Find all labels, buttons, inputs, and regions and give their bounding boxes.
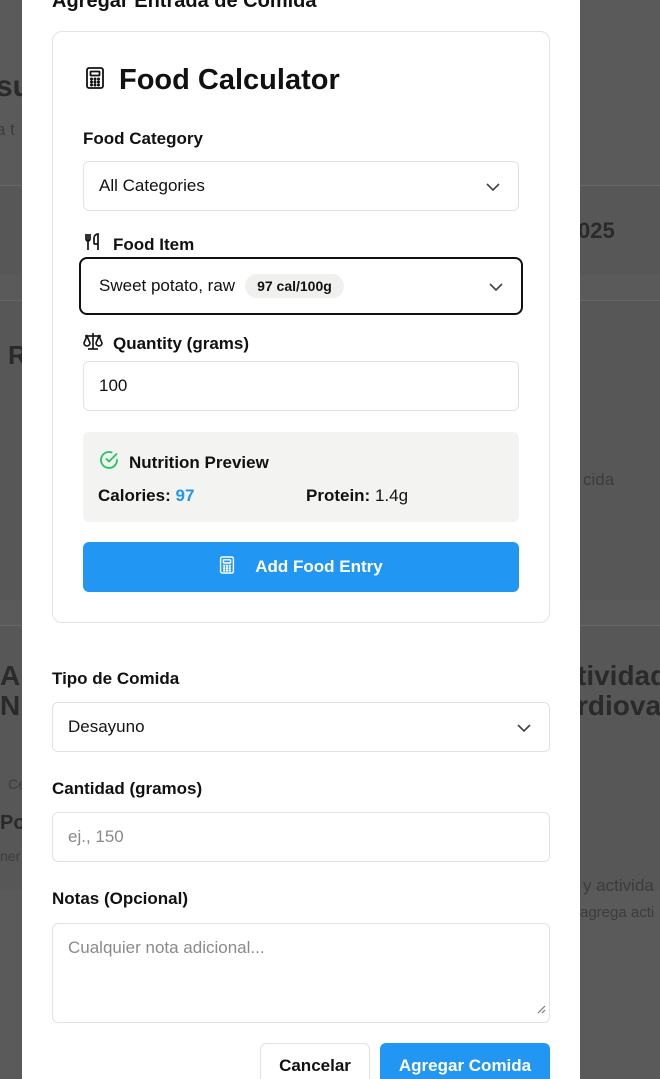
notes-placeholder: Cualquier nota adicional... <box>68 938 265 957</box>
calculator-icon <box>219 555 235 580</box>
notes-label: Notas (Opcional) <box>52 889 189 908</box>
calories-label: Calories: <box>98 486 171 505</box>
bg-text-fragment: a t <box>0 120 15 139</box>
utensils-icon <box>83 232 103 257</box>
protein-value: 1.4g <box>374 486 409 505</box>
food-category-label: Food Category <box>83 129 203 149</box>
food-item-label-text: Food Item <box>113 234 195 254</box>
food-category-label-text: Food Category <box>83 129 203 148</box>
calculator-icon <box>85 66 105 95</box>
nutrition-preview-title: Nutrition Preview <box>99 450 269 475</box>
add-meal-button[interactable]: Agregar Comida <box>380 1043 550 1079</box>
protein-row: Protein: 1.4g <box>306 486 408 506</box>
scale-icon <box>83 332 103 355</box>
quantity-input[interactable]: 100 <box>83 361 519 411</box>
check-circle-icon <box>99 450 119 475</box>
bg-text-fragment: y activida <box>583 876 654 895</box>
food-category-value: All Categories <box>99 176 205 195</box>
meal-type-value: Desayuno <box>68 717 145 736</box>
amount-input[interactable]: ej., 150 <box>52 812 550 862</box>
quantity-label: Quantity (grams) <box>83 332 249 355</box>
bg-heading-fragment: rdiovas <box>577 690 660 721</box>
bg-heading-fragment: tividad <box>577 660 660 691</box>
food-item-label: Food Item <box>83 232 194 257</box>
amount-placeholder: ej., 150 <box>68 827 124 846</box>
quantity-label-text: Quantity (grams) <box>113 333 250 353</box>
calorie-badge: 97 cal/100g <box>245 274 344 298</box>
calculator-header: Food Calculator <box>85 64 340 97</box>
bg-text-fragment: cida <box>583 470 615 489</box>
cancel-button[interactable]: Cancelar <box>260 1043 370 1079</box>
resize-handle-icon[interactable] <box>536 999 546 1019</box>
bg-card <box>580 300 660 600</box>
chevron-down-icon <box>489 276 503 296</box>
calories-value: 97 <box>175 486 195 505</box>
chevron-down-icon <box>517 717 531 737</box>
protein-label: Protein: <box>306 486 371 505</box>
amount-label: Cantidad (gramos) <box>52 779 203 798</box>
chevron-down-icon <box>486 176 500 196</box>
add-food-entry-label: Add Food Entry <box>255 557 383 576</box>
add-food-entry-button[interactable]: Add Food Entry <box>83 542 519 592</box>
bg-heading-fragment: N <box>0 690 21 721</box>
bg-text-fragment: ner <box>0 848 21 864</box>
food-item-select[interactable]: Sweet potato, raw 97 cal/100g <box>79 257 523 315</box>
bg-text-fragment: agrega acti <box>580 904 655 921</box>
food-calculator-card: Food Calculator Food Category All Catego… <box>52 31 550 623</box>
nutrition-preview: Nutrition Preview Calories: 97 Protein: … <box>83 432 519 522</box>
bg-card <box>0 185 22 275</box>
calories-row: Calories: 97 <box>98 486 194 506</box>
quantity-value: 100 <box>99 376 128 395</box>
meal-type-select[interactable]: Desayuno <box>52 702 550 752</box>
meal-type-label: Tipo de Comida <box>52 669 180 688</box>
notes-textarea[interactable]: Cualquier nota adicional... <box>52 923 550 1023</box>
bg-heading-fragment: A <box>0 660 21 691</box>
bg-date-fragment: 025 <box>578 218 615 243</box>
calculator-title: Food Calculator <box>119 64 340 96</box>
food-category-select[interactable]: All Categories <box>83 161 519 211</box>
add-food-dialog: Agregar Entrada de Comida Food Calculato… <box>22 0 580 1079</box>
nutrition-preview-title-text: Nutrition Preview <box>129 452 269 472</box>
dialog-title: Agregar Entrada de Comida <box>52 0 317 12</box>
food-item-value: Sweet potato, raw <box>99 276 236 295</box>
